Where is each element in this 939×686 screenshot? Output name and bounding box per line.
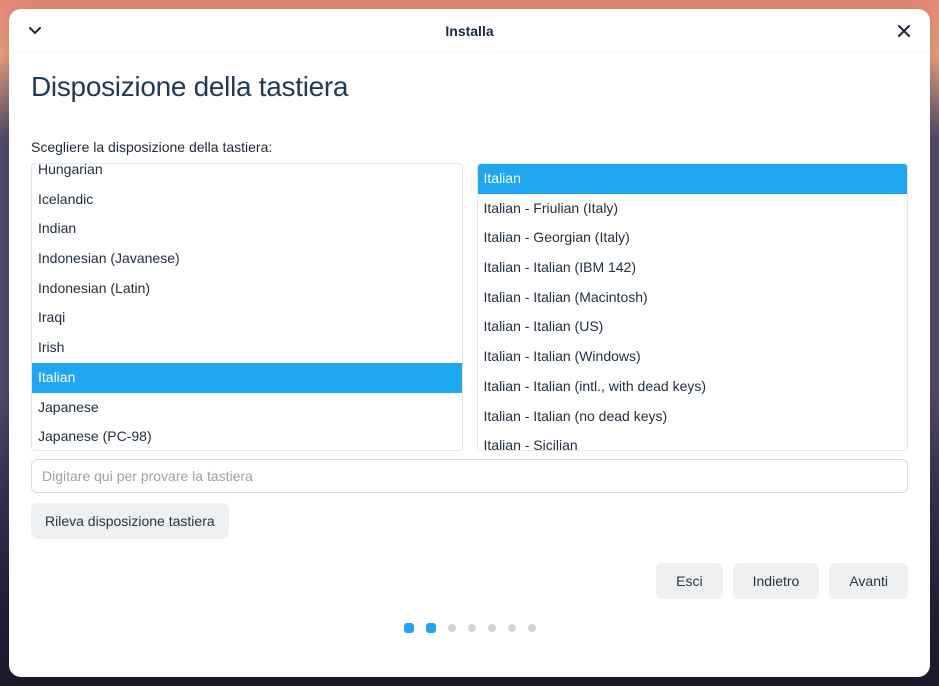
page-title: Disposizione della tastiera [31, 71, 908, 103]
instruction-text: Scegliere la disposizione della tastiera… [31, 139, 908, 155]
titlebar: Installa [9, 9, 930, 53]
progress-dot [488, 624, 496, 632]
layout-item[interactable]: Icelandic [32, 185, 462, 215]
progress-dot [448, 624, 456, 632]
variant-item[interactable]: Italian - Georgian (Italy) [478, 223, 908, 253]
menu-dropdown-button[interactable] [23, 19, 47, 43]
layout-item[interactable]: Indonesian (Javanese) [32, 244, 462, 274]
layout-item[interactable]: Italian [32, 363, 462, 393]
detect-layout-button[interactable]: Rileva disposizione tastiera [31, 503, 229, 539]
layout-item[interactable]: Japanese [32, 393, 462, 423]
variant-item[interactable]: Italian - Italian (US) [478, 312, 908, 342]
progress-dot [508, 624, 516, 632]
next-button[interactable]: Avanti [829, 563, 908, 599]
layout-item[interactable]: Hungarian [32, 163, 462, 185]
progress-dots [31, 599, 908, 651]
variant-item[interactable]: Italian - Italian (intl., with dead keys… [478, 372, 908, 402]
layout-item[interactable]: Indonesian (Latin) [32, 274, 462, 304]
progress-dot [404, 623, 414, 633]
content-area: Disposizione della tastiera Scegliere la… [9, 53, 930, 677]
variant-item[interactable]: Italian [478, 164, 908, 194]
installer-window: Installa Disposizione della tastiera Sce… [9, 9, 930, 677]
layout-item[interactable]: Indian [32, 214, 462, 244]
variant-item[interactable]: Italian - Friulian (Italy) [478, 194, 908, 224]
layout-item[interactable]: Japanese (PC-98) [32, 422, 462, 451]
layout-item[interactable]: Irish [32, 333, 462, 363]
quit-button[interactable]: Esci [656, 563, 722, 599]
progress-dot [468, 624, 476, 632]
nav-buttons: Esci Indietro Avanti [31, 563, 908, 599]
keyboard-test-input[interactable] [31, 459, 908, 493]
progress-dot [528, 624, 536, 632]
back-button[interactable]: Indietro [733, 563, 820, 599]
keyboard-lists: HungarianIcelandicIndianIndonesian (Java… [31, 163, 908, 451]
progress-dot [426, 623, 436, 633]
variant-item[interactable]: Italian - Italian (no dead keys) [478, 402, 908, 432]
layout-item[interactable]: Iraqi [32, 303, 462, 333]
variant-item[interactable]: Italian - Sicilian [478, 431, 908, 451]
variant-item[interactable]: Italian - Italian (Macintosh) [478, 283, 908, 313]
variant-item[interactable]: Italian - Italian (IBM 142) [478, 253, 908, 283]
close-button[interactable] [892, 19, 916, 43]
window-title: Installa [445, 23, 493, 39]
layouts-listbox[interactable]: HungarianIcelandicIndianIndonesian (Java… [31, 163, 463, 451]
variant-item[interactable]: Italian - Italian (Windows) [478, 342, 908, 372]
variants-listbox[interactable]: ItalianItalian - Friulian (Italy)Italian… [477, 163, 909, 451]
